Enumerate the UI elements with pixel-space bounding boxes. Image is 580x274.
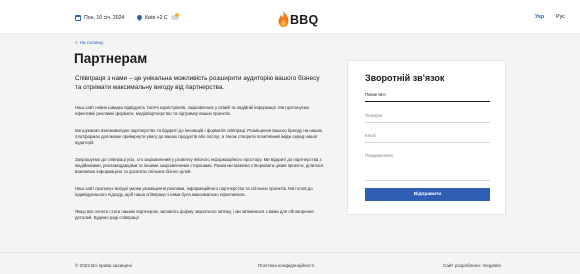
lead-paragraph: Співпраця з нами – це унікальна можливіс… bbox=[75, 75, 320, 91]
flame-icon bbox=[278, 11, 289, 27]
header-date: Пон, 10 січ. 2024 bbox=[75, 13, 124, 22]
page-title: Партнерам bbox=[74, 51, 148, 66]
chevron-left-icon: < bbox=[75, 40, 78, 45]
phone-field[interactable]: Телефон bbox=[365, 111, 490, 123]
name-field[interactable]: Повне Ім'я bbox=[365, 90, 490, 102]
content-paragraph: Наш сайт пропонує вигідні умови розміщен… bbox=[75, 186, 313, 198]
content-paragraph: Запрошуємо до співпраці усіх, хто заціка… bbox=[75, 157, 324, 175]
message-placeholder: Повідомлення bbox=[365, 153, 393, 158]
header-weather: Київ +2 С bbox=[135, 13, 179, 22]
site-footer: © 2022 Всі права захищені Політика конфі… bbox=[0, 252, 580, 274]
developer-credit[interactable]: Сайт розроблено: megasite bbox=[443, 263, 501, 268]
content-paragraph: Ми шукаємо взаємовигідне партнерство та … bbox=[75, 128, 323, 146]
date-text: Пон, 10 січ. 2024 bbox=[84, 14, 125, 21]
back-to-home-link[interactable]: < На головну bbox=[75, 40, 103, 45]
content-paragraph: Наш сайт новин швидко відвідують тисячі … bbox=[75, 105, 310, 117]
back-label: На головну bbox=[79, 40, 104, 45]
email-field[interactable]: Email bbox=[365, 131, 490, 143]
content-paragraph: Якщо вас хочете стати нашим партнером, з… bbox=[75, 209, 314, 221]
site-header: Пон, 10 січ. 2024 Київ +2 С BBQ Укр Рус bbox=[0, 0, 580, 34]
name-placeholder: Повне Ім'я bbox=[365, 92, 386, 97]
submit-button[interactable]: Відправити bbox=[365, 188, 490, 201]
logo-text: BBQ bbox=[290, 13, 319, 27]
site-logo[interactable]: BBQ bbox=[278, 5, 318, 29]
privacy-policy-link[interactable]: Політика конфіденційності bbox=[258, 263, 315, 268]
email-placeholder: Email bbox=[365, 133, 376, 138]
lang-ukr-link[interactable]: Укр bbox=[535, 14, 544, 20]
phone-placeholder: Телефон bbox=[365, 113, 383, 118]
copyright-text: © 2022 Всі права захищені bbox=[75, 263, 132, 268]
weather-icon bbox=[170, 13, 179, 20]
feedback-form: Зворотній зв'язок Повне Ім'я Телефон Ema… bbox=[347, 60, 506, 215]
weather-text: Київ +2 С bbox=[145, 14, 168, 21]
lang-rus-link[interactable]: Рус bbox=[556, 14, 565, 20]
form-title: Зворотній зв'язок bbox=[365, 73, 445, 83]
calendar-icon bbox=[75, 14, 81, 21]
location-pin-icon bbox=[135, 13, 144, 22]
message-field[interactable]: Повідомлення bbox=[365, 151, 490, 181]
